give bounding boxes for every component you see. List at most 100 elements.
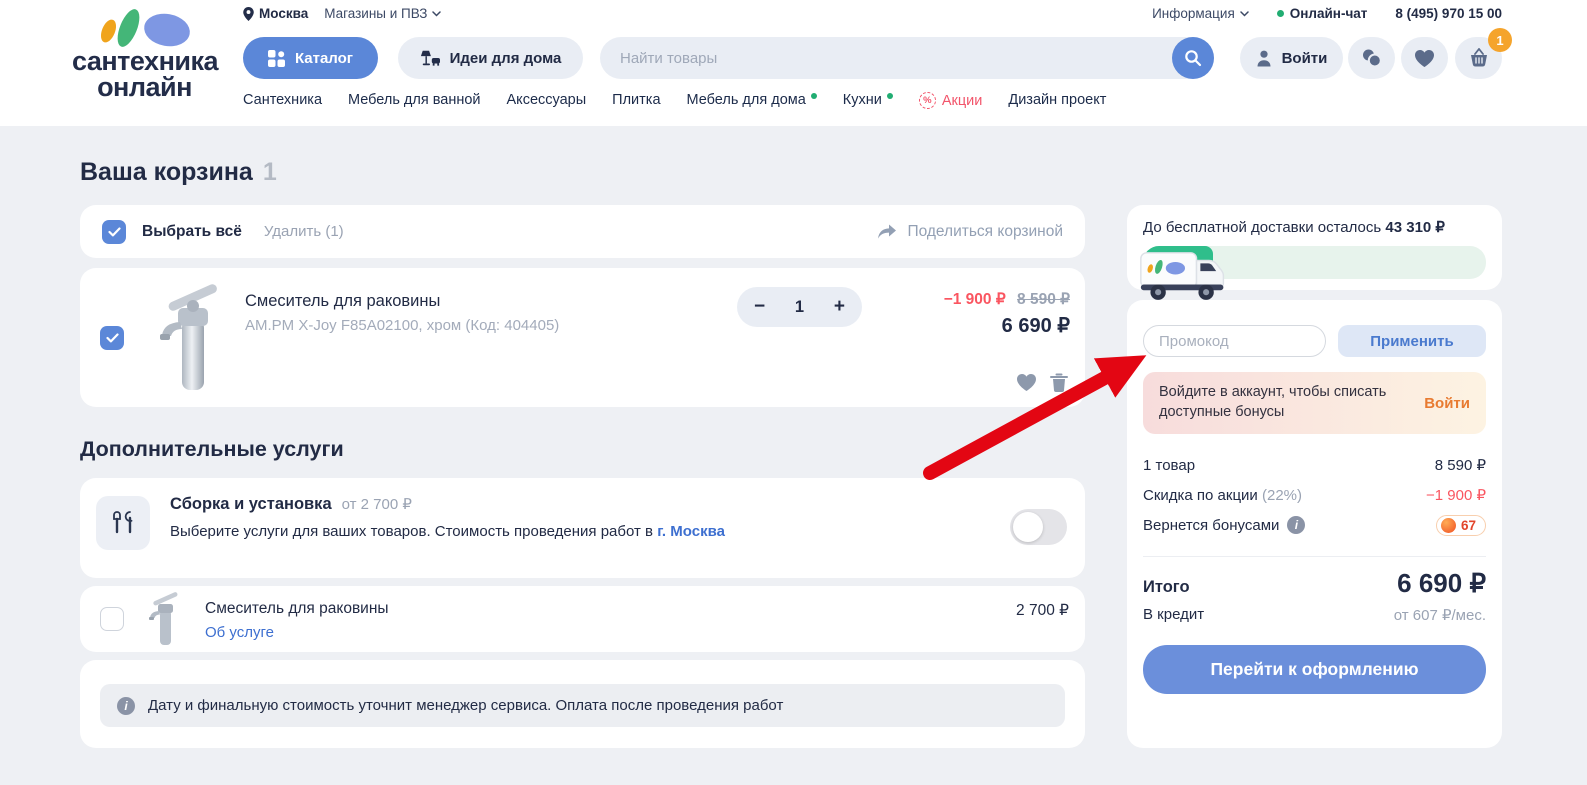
free-delivery-amount: 43 310 ₽ (1385, 219, 1445, 236)
assembly-city-link[interactable]: г. Москва (657, 523, 725, 540)
trash-icon[interactable] (1050, 373, 1068, 393)
bonus-info-icon[interactable]: i (1287, 516, 1305, 534)
phone-number[interactable]: 8 (495) 970 15 00 (1395, 6, 1502, 21)
main-nav: Сантехника Мебель для ванной Аксессуары … (243, 92, 1106, 109)
chevron-down-icon (432, 11, 441, 17)
search-icon (1184, 49, 1202, 67)
select-all-checkbox[interactable] (102, 220, 126, 244)
service-item-title: Смеситель для раковины (205, 600, 389, 618)
product-title[interactable]: Смеситель для раковины (245, 292, 440, 311)
product-image[interactable] (142, 278, 242, 397)
page-title: Ваша корзина1 (80, 158, 277, 187)
qty-value: 1 (795, 298, 804, 317)
favorites-button[interactable] (1401, 37, 1448, 79)
lamp-icon (420, 49, 440, 67)
assembly-description: Выберите услуги для ваших товаров. Стоим… (170, 523, 725, 540)
login-button[interactable]: Войти (1240, 37, 1343, 79)
nav-aksessuary[interactable]: Аксессуары (507, 92, 587, 109)
quantity-stepper: − 1 + (737, 287, 862, 327)
catalog-button-label: Каталог (295, 50, 353, 67)
tools-icon (96, 496, 150, 550)
service-item-row: Смеситель для раковины Об услуге 2 700 ₽ (80, 586, 1085, 652)
city-selector[interactable]: Москва (243, 6, 308, 21)
order-summary-card: Применить Войдите в аккаунт, чтобы списа… (1127, 300, 1502, 748)
search-button[interactable] (1172, 37, 1214, 79)
item-old-price: 8 590 ₽ (1017, 291, 1070, 308)
nav-mebel-vannoy[interactable]: Мебель для ванной (348, 92, 481, 109)
product-subtitle: AM.PM X-Joy F85A02100, хром (Код: 404405… (245, 317, 559, 334)
city-label: Москва (259, 6, 308, 21)
stores-link[interactable]: Магазины и ПВЗ (324, 6, 441, 21)
share-cart-label: Поделиться корзиной (907, 223, 1063, 241)
qty-minus-button[interactable]: − (754, 296, 765, 318)
services-title: Дополнительные услуги (80, 437, 344, 462)
summary-bonus-row: Вернется бонусами i 67 (1143, 510, 1486, 540)
nav-plitka[interactable]: Плитка (612, 92, 660, 109)
cart-item-row: Смеситель для раковины AM.PM X-Joy F85A0… (80, 268, 1085, 407)
credit-label: В кредит (1143, 606, 1204, 624)
service-item-price: 2 700 ₽ (1016, 601, 1069, 620)
bonus-value: 67 (1461, 518, 1476, 533)
location-pin-icon (243, 7, 254, 21)
online-chat-link[interactable]: Онлайн-чат (1277, 6, 1368, 21)
nav-kuhni[interactable]: Кухни (843, 92, 893, 109)
bonus-login-banner: Войдите в аккаунт, чтобы списать доступн… (1143, 372, 1486, 434)
info-icon: i (117, 697, 135, 715)
compare-button[interactable] (1348, 37, 1395, 79)
grid-icon (268, 50, 285, 67)
site-logo[interactable]: сантехника онлайн (72, 6, 217, 100)
qty-plus-button[interactable]: + (834, 296, 845, 318)
favorite-item-icon[interactable] (1016, 373, 1037, 393)
information-menu[interactable]: Информация (1152, 6, 1249, 21)
bonus-value-badge: 67 (1436, 515, 1486, 536)
user-icon (1256, 50, 1272, 67)
checkout-button[interactable]: Перейти к оформлению (1143, 645, 1486, 694)
assembly-service-card: Сборка и установка от 2 700 ₽ Выберите у… (80, 478, 1085, 578)
cart-button[interactable]: 1 (1455, 37, 1502, 79)
nav-santehnika[interactable]: Сантехника (243, 92, 322, 109)
select-all-bar: Выбрать всё Удалить (1) Поделиться корзи… (80, 205, 1085, 258)
bonus-return-label: Вернется бонусами (1143, 517, 1279, 534)
logo-text-line2: онлайн (72, 74, 217, 100)
apply-promo-button[interactable]: Применить (1338, 325, 1486, 357)
cart-count-badge: 1 (1488, 28, 1512, 52)
nav-akcii[interactable]: % Акции (919, 92, 983, 109)
items-count-label: 1 товар (1143, 457, 1195, 474)
stores-label: Магазины и ПВЗ (324, 6, 427, 21)
discount-value: −1 900 ₽ (1426, 486, 1486, 504)
site-header: сантехника онлайн Москва Магазины и ПВЗ … (0, 0, 1587, 126)
promo-code-input[interactable] (1143, 325, 1326, 357)
assembly-from-price: от 2 700 ₽ (342, 495, 412, 513)
delivery-progress-bar (1143, 246, 1486, 279)
delete-selected-link[interactable]: Удалить (1) (264, 223, 344, 240)
nav-dizayn-proekt[interactable]: Дизайн проект (1008, 92, 1106, 109)
service-note-text: Дату и финальную стоимость уточнит менед… (148, 697, 783, 714)
online-chat-label: Онлайн-чат (1290, 6, 1368, 21)
chevron-down-icon (1240, 11, 1249, 17)
nav-mebel-doma[interactable]: Мебель для дома (687, 92, 817, 109)
home-ideas-label: Идеи для дома (450, 50, 562, 67)
information-label: Информация (1152, 6, 1235, 21)
cart-items-count: 1 (263, 158, 277, 186)
free-delivery-card: До бесплатной доставки осталось 43 310 ₽ (1127, 205, 1502, 290)
summary-divider (1143, 556, 1486, 557)
bonus-login-link[interactable]: Войти (1424, 395, 1470, 412)
summary-discount-row: Скидка по акции (22%) −1 900 ₽ (1143, 480, 1486, 510)
bonus-banner-text: Войдите в аккаунт, чтобы списать доступн… (1159, 383, 1394, 422)
assembly-toggle[interactable] (1010, 509, 1067, 545)
share-cart-button[interactable]: Поделиться корзиной (877, 223, 1063, 241)
search-input[interactable] (600, 37, 1160, 79)
basket-icon (1468, 48, 1490, 68)
item-checkbox[interactable] (100, 326, 124, 350)
home-ideas-button[interactable]: Идеи для дома (398, 37, 583, 79)
about-service-link[interactable]: Об услуге (205, 624, 274, 641)
delivery-truck-icon (1137, 243, 1233, 308)
items-sum-value: 8 590 ₽ (1435, 456, 1486, 474)
share-icon (877, 223, 897, 240)
heart-icon (1414, 49, 1435, 68)
online-status-dot (1277, 10, 1284, 17)
service-checkbox[interactable] (100, 607, 124, 631)
new-dot (811, 93, 817, 99)
search-bar (600, 37, 1214, 79)
catalog-button[interactable]: Каталог (243, 37, 378, 79)
